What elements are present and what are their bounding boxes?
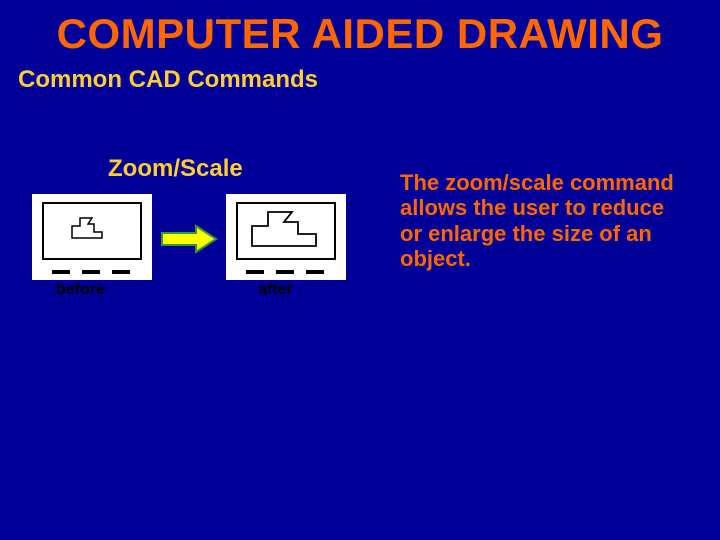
screen-after (236, 202, 336, 260)
slide-subtitle: Common CAD Commands (0, 58, 720, 94)
screen-before (42, 202, 142, 260)
section-heading: Zoom/Scale (108, 155, 243, 183)
arrow-icon (160, 224, 220, 254)
shape-before-icon (44, 204, 140, 258)
before-label: before (56, 281, 105, 299)
shape-after-icon (238, 204, 334, 258)
after-label: after (258, 281, 293, 299)
slide-title: COMPUTER AIDED DRAWING (0, 0, 720, 58)
monitor-before (32, 194, 152, 280)
monitor-after (226, 194, 346, 280)
description-text: The zoom/scale command allows the user t… (400, 170, 690, 271)
